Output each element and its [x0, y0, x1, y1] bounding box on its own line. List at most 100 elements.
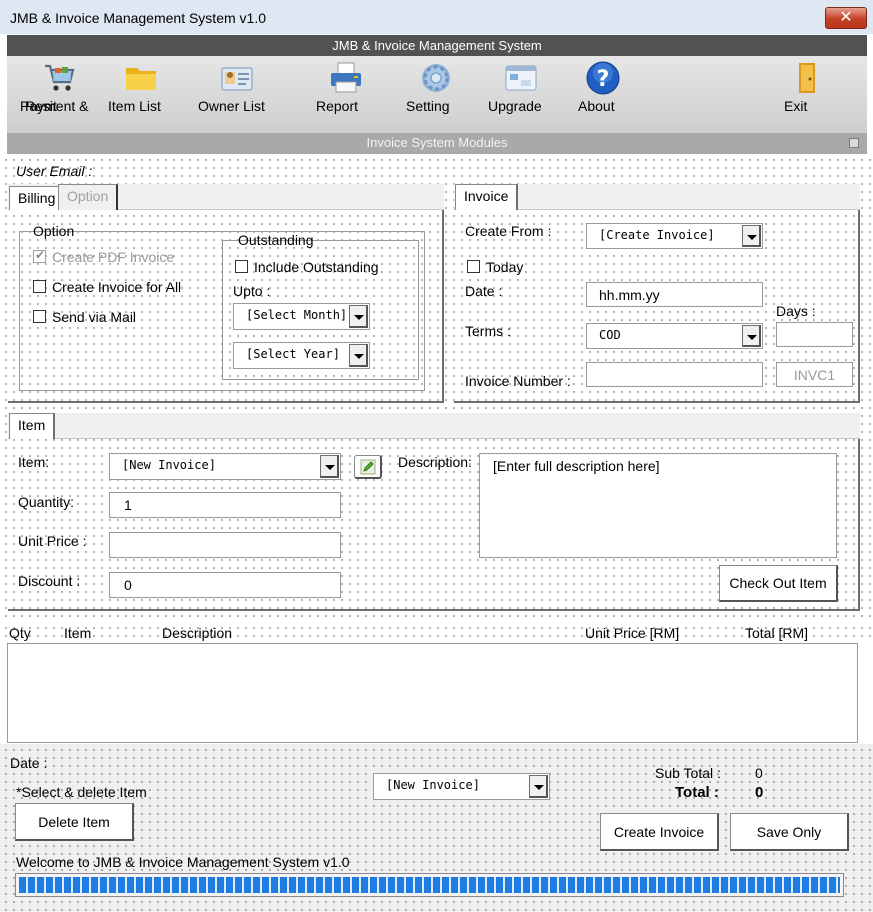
pencil-icon [360, 459, 375, 475]
create-for-all-label: Create Invoice for All [52, 279, 182, 295]
item-label: Item: [18, 454, 50, 470]
ribbon-header: JMB & Invoice Management System [7, 35, 867, 56]
quantity-label: Quantity: [18, 494, 75, 510]
today-checkbox[interactable] [467, 260, 480, 273]
chevron-down-icon[interactable] [742, 225, 761, 247]
item-list-label: Item List [108, 98, 161, 114]
chevron-down-icon[interactable] [349, 344, 368, 367]
printer-icon [328, 60, 364, 96]
total-value: 0 [755, 784, 764, 801]
chevron-down-icon[interactable] [529, 775, 548, 798]
item-value: [New Invoice] [122, 458, 216, 472]
footer-date-label: Date : [10, 755, 48, 771]
select-month-value: [Select Month] [246, 308, 348, 322]
invoice-number-input[interactable] [586, 362, 763, 387]
tab-billing[interactable]: Billing [9, 186, 66, 210]
terms-dropdown[interactable]: COD [586, 323, 763, 349]
days-input[interactable] [776, 322, 853, 347]
title-bar: JMB & Invoice Management System v1.0 [0, 0, 873, 34]
ribbon-group-label: Invoice System Modules [7, 133, 867, 153]
report-button[interactable]: Report [316, 60, 376, 114]
invoice-number-label: Invoice Number : [465, 373, 571, 389]
edit-item-button[interactable] [354, 455, 382, 479]
subtotal-value: 0 [755, 765, 763, 781]
column-header-unit-price: Unit Price [RM] [585, 625, 680, 641]
tab-item[interactable]: Item [9, 413, 56, 439]
invoice-select-dropdown[interactable]: [New Invoice] [373, 773, 550, 800]
exit-button[interactable]: Exit [784, 60, 830, 114]
description-label: Description: [398, 454, 472, 470]
item-dropdown[interactable]: [New Invoice] [109, 453, 341, 480]
select-month-dropdown[interactable]: [Select Month] [233, 303, 370, 330]
chevron-down-icon[interactable] [349, 305, 368, 328]
chevron-down-icon[interactable] [742, 325, 761, 347]
terms-value: COD [599, 328, 621, 342]
folder-icon [123, 60, 159, 96]
include-outstanding-checkbox[interactable] [235, 260, 248, 273]
owner-list-label: Owner List [198, 98, 265, 114]
send-mail-label: Send via Mail [52, 309, 137, 325]
exit-door-icon [789, 60, 825, 96]
select-delete-hint: *Select & delete Item [16, 784, 147, 800]
payment-resit-button[interactable]: Payment & Resit [20, 60, 98, 114]
column-header-total: Total [RM] [745, 625, 809, 641]
select-year-value: [Select Year] [246, 347, 340, 361]
days-label: Days : [776, 303, 816, 319]
unit-price-label: Unit Price : [18, 533, 87, 549]
create-pdf-checkbox[interactable] [33, 248, 46, 263]
setting-button[interactable]: Setting [406, 60, 466, 114]
create-from-dropdown[interactable]: [Create Invoice] [586, 223, 763, 249]
outstanding-group-caption: Outstanding [238, 232, 314, 248]
setting-label: Setting [406, 98, 450, 114]
option-group-caption: Option [33, 223, 75, 239]
window-title: JMB & Invoice Management System v1.0 [10, 10, 266, 26]
contact-card-icon [219, 60, 255, 96]
tab-option[interactable]: Option [58, 184, 119, 210]
shopping-cart-icon [41, 60, 77, 96]
column-header-description: Description [162, 625, 233, 641]
gear-icon [418, 60, 454, 96]
create-for-all-checkbox[interactable] [33, 280, 46, 293]
create-from-value: [Create Invoice] [599, 228, 715, 242]
send-mail-checkbox[interactable] [33, 310, 46, 323]
owner-list-button[interactable]: Owner List [198, 60, 276, 114]
chevron-down-icon[interactable] [320, 455, 339, 478]
select-year-dropdown[interactable]: [Select Year] [233, 342, 370, 369]
create-pdf-label: Create PDF Invoice [52, 249, 175, 265]
welcome-message: Welcome to JMB & Invoice Management Syst… [16, 854, 350, 870]
total-label: Total : [675, 784, 719, 801]
save-only-button[interactable]: Save Only [730, 813, 849, 851]
check-out-item-button[interactable]: Check Out Item [719, 565, 838, 602]
ribbon-launcher-icon[interactable] [849, 138, 859, 148]
include-outstanding-label: Include Outstanding [254, 259, 379, 275]
about-button[interactable]: ? About [578, 60, 628, 114]
tab-invoice[interactable]: Invoice [455, 184, 519, 210]
close-button[interactable]: ✕ [825, 7, 867, 29]
discount-input[interactable]: 0 [109, 572, 341, 598]
column-header-item: Item [64, 625, 92, 641]
column-header-qty: Qty [9, 625, 31, 641]
date-label: Date : [465, 283, 503, 299]
create-invoice-button[interactable]: Create Invoice [600, 813, 719, 851]
about-label: About [578, 98, 615, 114]
item-tabstrip [8, 413, 860, 439]
description-textarea[interactable]: [Enter full description here] [479, 453, 837, 558]
payment-resit-label-2: Resit [25, 98, 57, 114]
help-icon: ? [585, 60, 621, 96]
delete-item-button[interactable]: Delete Item [15, 803, 134, 841]
table-header-bar [0, 622, 873, 642]
upgrade-window-icon [503, 60, 539, 96]
discount-label: Discount : [18, 573, 81, 589]
terms-label: Terms : [465, 323, 511, 339]
item-list-button[interactable]: Item List [108, 60, 174, 114]
progress-bar [15, 873, 844, 897]
upgrade-button[interactable]: Upgrade [488, 60, 554, 114]
upgrade-label: Upgrade [488, 98, 542, 114]
invoice-prefix-field: INVC1 [776, 362, 853, 387]
today-label: Today [486, 259, 524, 275]
report-label: Report [316, 98, 359, 114]
date-input[interactable]: hh.mm.yy [586, 282, 763, 307]
unit-price-input[interactable] [109, 532, 341, 558]
item-list[interactable] [7, 643, 858, 743]
quantity-input[interactable]: 1 [109, 492, 341, 518]
